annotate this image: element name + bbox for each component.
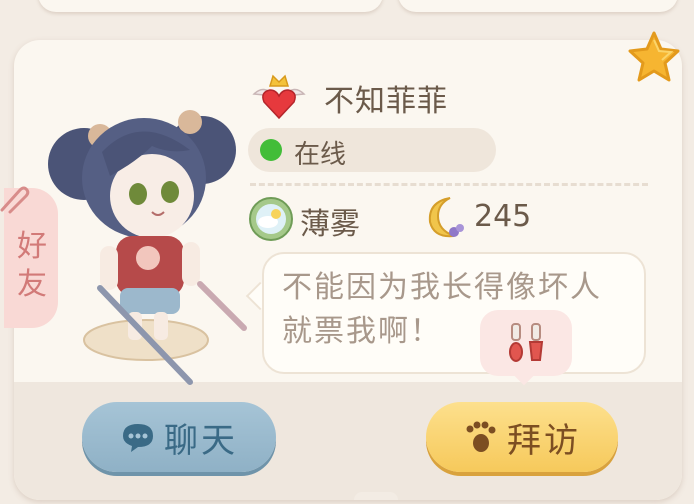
tools-icon xyxy=(509,323,544,362)
footer-notch xyxy=(354,492,398,500)
heart-crown-icon xyxy=(252,74,306,120)
chat-bubble-icon xyxy=(123,424,153,452)
paperclip-icon xyxy=(0,186,30,214)
weather-icon xyxy=(249,197,293,241)
message-text: 不能因为我长得像坏人就票我啊！ xyxy=(282,270,602,349)
online-status-dot xyxy=(260,139,282,161)
visit-button-label: 拜访 xyxy=(507,420,581,461)
visit-button[interactable]: 拜访 xyxy=(426,402,618,472)
chat-button[interactable]: 聊天 xyxy=(82,402,276,472)
player-name: 不知菲菲 xyxy=(324,84,448,119)
neighbor-card-right xyxy=(398,0,678,12)
status-pill: 在线 xyxy=(248,128,496,172)
message-bubble: 不能因为我长得像坏人就票我啊！ xyxy=(262,252,646,374)
moon-icon xyxy=(428,197,464,238)
weather-label: 薄雾 xyxy=(300,207,360,242)
tools-bubble[interactable] xyxy=(480,310,572,386)
chat-button-label: 聊天 xyxy=(164,420,238,461)
status-label: 在线 xyxy=(294,140,347,170)
footprint-icon xyxy=(466,421,496,452)
divider xyxy=(250,183,648,186)
star-icon[interactable] xyxy=(626,30,682,86)
player-avatar[interactable] xyxy=(40,92,260,392)
moon-count: 245 xyxy=(474,199,532,234)
neighbor-card-left xyxy=(38,0,383,12)
